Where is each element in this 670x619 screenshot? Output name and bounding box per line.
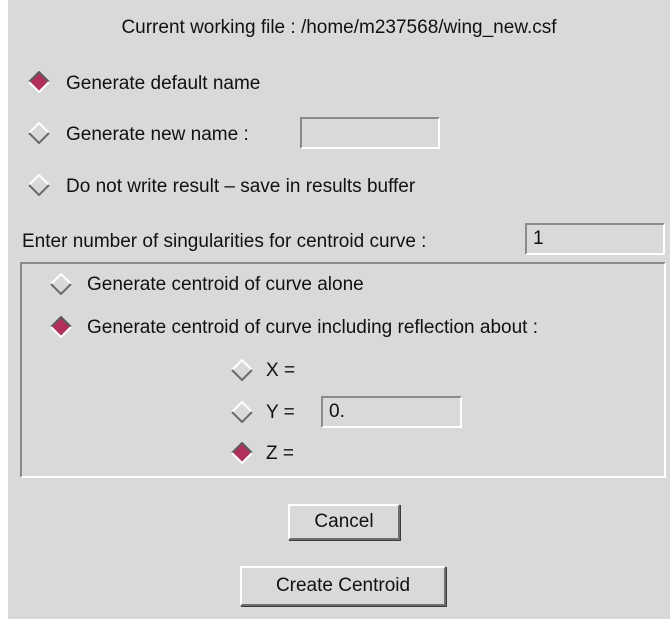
current-file-title: Current working file : /home/m237568/win… [121,17,557,38]
radio-label-axis-y: Y = [266,402,295,423]
radio-diamond-icon [231,359,253,381]
radio-diamond-icon [28,71,50,93]
radio-do-not-write[interactable] [28,174,50,196]
radio-label-generate-new-name: Generate new name : [66,124,249,145]
radio-generate-default-name[interactable] [28,71,50,93]
radio-axis-x[interactable] [231,359,253,381]
radio-axis-z[interactable] [231,442,253,464]
create-centroid-button[interactable]: Create Centroid [240,566,446,606]
centroid-dialog: Current working file : /home/m237568/win… [8,0,670,619]
radio-label-do-not-write: Do not write result – save in results bu… [66,176,416,197]
radio-centroid-reflection[interactable] [50,316,72,338]
radio-centroid-alone[interactable] [50,273,72,295]
radio-generate-new-name[interactable] [28,122,50,144]
radio-label-axis-x: X = [266,360,296,381]
radio-diamond-icon [28,122,50,144]
radio-axis-y[interactable] [231,401,253,423]
radio-label-centroid-reflection: Generate centroid of curve including ref… [87,317,538,338]
radio-diamond-icon [231,401,253,423]
radio-label-axis-z: Z = [266,443,294,464]
radio-diamond-icon [50,316,72,338]
cancel-button[interactable]: Cancel [288,504,400,540]
radio-label-centroid-alone: Generate centroid of curve alone [87,274,364,295]
y-value-input[interactable]: 0. [321,396,462,428]
singularities-input[interactable]: 1 [525,223,665,255]
radio-diamond-icon [231,442,253,464]
radio-label-generate-default-name: Generate default name [66,73,261,94]
radio-diamond-icon [28,174,50,196]
new-name-field[interactable] [300,117,440,149]
singularities-label: Enter number of singularities for centro… [22,231,427,252]
radio-diamond-icon [50,273,72,295]
